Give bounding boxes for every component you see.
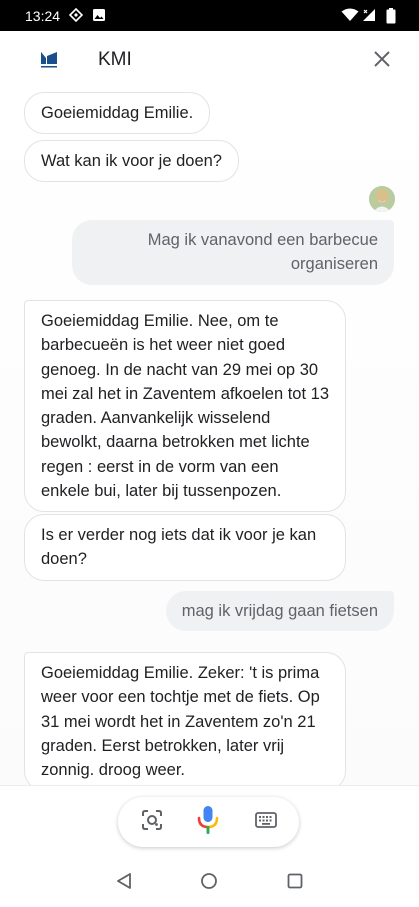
lens-icon [141, 809, 163, 836]
battery-icon [386, 8, 396, 24]
home-icon [200, 872, 218, 895]
lens-button[interactable] [140, 809, 164, 836]
image-icon [92, 8, 106, 22]
assistant-message-reply-barbecue: Goeiemiddag Emilie. Nee, om te barbecueë… [24, 300, 346, 513]
recents-button[interactable] [284, 872, 306, 894]
user-message-cycling: mag ik vrijdag gaan fietsen [165, 591, 394, 632]
input-pill [118, 797, 299, 847]
close-button[interactable] [368, 47, 396, 75]
assistant-message-offer: Wat kan ik voor je doen? [24, 140, 239, 183]
keyboard-button[interactable] [254, 810, 278, 834]
assistant-message-greeting: Goeiemiddag Emilie. [24, 92, 211, 135]
assistant-message-reply-cycling: Goeiemiddag Emilie. Zeker: 't is prima w… [24, 652, 346, 785]
kmi-logo-icon [40, 50, 58, 70]
wifi-icon [341, 8, 359, 22]
navigation-bar [0, 860, 419, 907]
microphone-icon [197, 805, 219, 840]
conversation-area[interactable]: Goeiemiddag Emilie. Wat kan ik voor je d… [0, 89, 419, 785]
keyboard-icon [255, 811, 277, 834]
assistant-header: KMI [0, 31, 419, 89]
assistant-message-follow-up: Is er verder nog iets dat ik voor je kan… [24, 514, 346, 581]
status-time: 13:24 [25, 8, 61, 24]
recents-icon [286, 872, 304, 895]
user-message-barbecue: Mag ik vanavond een barbecue organiseren [72, 220, 394, 285]
microphone-button[interactable] [197, 805, 219, 840]
back-icon [115, 872, 133, 895]
back-button[interactable] [113, 872, 135, 894]
user-avatar [369, 186, 395, 212]
close-icon [374, 50, 390, 72]
app-title: KMI [98, 49, 132, 70]
home-button[interactable] [198, 872, 220, 894]
status-bar: 13:24 [0, 0, 419, 31]
compass-icon [68, 7, 84, 23]
signal-icon [362, 8, 376, 22]
